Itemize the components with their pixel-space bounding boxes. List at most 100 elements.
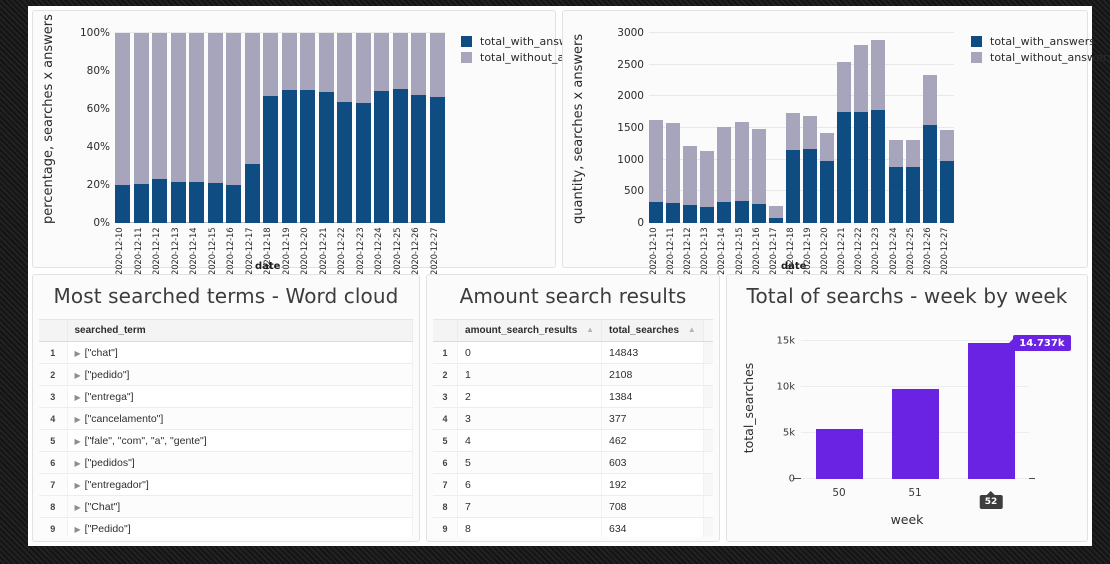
bar[interactable]: [392, 33, 408, 223]
bar-segment-total-without-answers[interactable]: [226, 33, 242, 185]
bar[interactable]: [820, 33, 835, 223]
sort-ascending-icon[interactable]: ▲: [586, 325, 594, 334]
bar[interactable]: [226, 33, 242, 223]
bar[interactable]: [207, 33, 223, 223]
bar-segment-total-without-answers[interactable]: [392, 33, 408, 90]
wordcloud-table-scroll[interactable]: searched_term 1 ▶ ["chat"] 2 ▶ ["pedido"] 3 ▶ ["…: [39, 319, 413, 537]
table-row[interactable]: 3 ▶ ["entrega"]: [39, 385, 413, 408]
bar[interactable]: [115, 33, 130, 223]
amount-col-index[interactable]: [433, 320, 459, 342]
bar-segment-total-with-answers[interactable]: [922, 125, 937, 223]
expand-caret-icon[interactable]: ▶: [75, 437, 81, 446]
bar-segment-total-without-answers[interactable]: [170, 33, 186, 183]
bar[interactable]: [666, 33, 681, 223]
bar-segment-total-without-answers[interactable]: [300, 33, 316, 90]
bar-segment-total-with-answers[interactable]: [905, 166, 920, 223]
bar-segment-total-with-answers[interactable]: [734, 200, 749, 223]
bar-segment-total-without-answers[interactable]: [939, 129, 954, 161]
bar-segment-total-with-answers[interactable]: [300, 90, 316, 223]
cell-searched-term[interactable]: ▶ ["chat"]: [67, 341, 413, 364]
amount-col-amount-search-results[interactable]: amount_search_results ▲: [457, 320, 602, 342]
bar[interactable]: [751, 33, 766, 223]
bar-segment-total-without-answers[interactable]: [683, 145, 698, 205]
bar[interactable]: [854, 33, 869, 223]
bar-segment-total-without-answers[interactable]: [133, 33, 149, 185]
bar[interactable]: [768, 33, 783, 223]
bar-segment-total-without-answers[interactable]: [666, 122, 681, 203]
bar-segment-total-without-answers[interactable]: [871, 39, 886, 110]
bar-segment-total-with-answers[interactable]: [189, 181, 205, 223]
expand-caret-icon[interactable]: ▶: [75, 481, 81, 490]
bar[interactable]: [133, 33, 149, 223]
bar-segment-total-without-answers[interactable]: [115, 33, 130, 185]
bar-segment-total-with-answers[interactable]: [751, 204, 766, 223]
bar[interactable]: [318, 33, 334, 223]
weekly-bar[interactable]: 51: [891, 388, 939, 499]
bar-segment-total-with-answers[interactable]: [115, 185, 130, 223]
weekly-bar[interactable]: 5214.737k52: [967, 335, 1071, 509]
bar[interactable]: [871, 33, 886, 223]
bar[interactable]: [429, 33, 445, 223]
bar-segment-total-with-answers[interactable]: [355, 103, 371, 223]
bar-segment-total-without-answers[interactable]: [700, 151, 715, 208]
expand-caret-icon[interactable]: ▶: [75, 503, 81, 512]
expand-caret-icon[interactable]: ▶: [75, 393, 81, 402]
amount-col-total-searches[interactable]: total_searches ▲: [601, 320, 704, 342]
bar-segment-total-without-answers[interactable]: [802, 115, 817, 149]
wordcloud-col-index[interactable]: [39, 320, 68, 342]
bar-segment-total-without-answers[interactable]: [355, 33, 371, 104]
bar-segment-total-with-answers[interactable]: [207, 182, 223, 223]
expand-caret-icon[interactable]: ▶: [75, 459, 81, 468]
bar-segment-total-without-answers[interactable]: [152, 33, 168, 180]
bar-segment-total-with-answers[interactable]: [785, 149, 800, 223]
table-row[interactable]: 3 2 1384: [433, 385, 713, 408]
bar[interactable]: [374, 33, 390, 223]
bar-segment-total-with-answers[interactable]: [717, 201, 732, 223]
bar-segment-total-without-answers[interactable]: [768, 206, 783, 218]
bar[interactable]: [837, 33, 852, 223]
bar[interactable]: [355, 33, 371, 223]
cell-searched-term[interactable]: ▶ ["entrega"]: [67, 385, 413, 408]
bar[interactable]: [189, 33, 205, 223]
bar-segment-total-with-answers[interactable]: [337, 102, 353, 223]
legend-item[interactable]: total_without_answers: [971, 51, 1110, 64]
bar[interactable]: [263, 33, 279, 223]
table-row[interactable]: 5 4 462: [433, 429, 713, 452]
table-row[interactable]: 2 ▶ ["pedido"]: [39, 363, 413, 386]
bar-segment-total-without-answers[interactable]: [189, 33, 205, 182]
bar[interactable]: [734, 33, 749, 223]
expand-caret-icon[interactable]: ▶: [75, 371, 81, 380]
table-row[interactable]: 8 7 708: [433, 495, 713, 518]
bar-segment-total-without-answers[interactable]: [207, 33, 223, 183]
bar-segment-total-without-answers[interactable]: [734, 121, 749, 201]
bar[interactable]: [888, 33, 903, 223]
table-row[interactable]: 4 ▶ ["cancelamento"]: [39, 407, 413, 430]
bar-segment-total-without-answers[interactable]: [318, 33, 334, 92]
table-row[interactable]: 6 5 603: [433, 451, 713, 474]
bar[interactable]: [939, 33, 954, 223]
bar-segment-total-with-answers[interactable]: [854, 112, 869, 223]
bar-segment-total-without-answers[interactable]: [854, 45, 869, 113]
bar-segment-total-without-answers[interactable]: [337, 33, 353, 103]
cell-searched-term[interactable]: ▶ ["pedido"]: [67, 363, 413, 386]
legend-item[interactable]: total_with_answers: [971, 35, 1110, 48]
bar[interactable]: [300, 33, 316, 223]
bar-segment-total-with-answers[interactable]: [683, 204, 698, 223]
bar-segment-total-with-answers[interactable]: [133, 184, 149, 223]
bar[interactable]: [785, 33, 800, 223]
expand-caret-icon[interactable]: ▶: [75, 415, 81, 424]
bar-segment-total-with-answers[interactable]: [700, 207, 715, 223]
cell-searched-term[interactable]: ▶ ["Pedido"]: [67, 517, 413, 537]
bar-segment-total-with-answers[interactable]: [802, 148, 817, 223]
bar-segment-total-with-answers[interactable]: [837, 112, 852, 223]
bar[interactable]: [700, 33, 715, 223]
bar-segment-total-with-answers[interactable]: [374, 90, 390, 223]
bar-segment-total-without-answers[interactable]: [649, 120, 663, 203]
bar-segment-total-without-answers[interactable]: [751, 128, 766, 204]
sort-ascending-icon[interactable]: ▲: [688, 325, 696, 334]
bar-segment-total-without-answers[interactable]: [281, 33, 297, 90]
bar-segment-total-with-answers[interactable]: [429, 96, 445, 223]
cell-searched-term[interactable]: ▶ ["cancelamento"]: [67, 407, 413, 430]
bar-segment-total-with-answers[interactable]: [888, 166, 903, 223]
bar[interactable]: [649, 33, 663, 223]
